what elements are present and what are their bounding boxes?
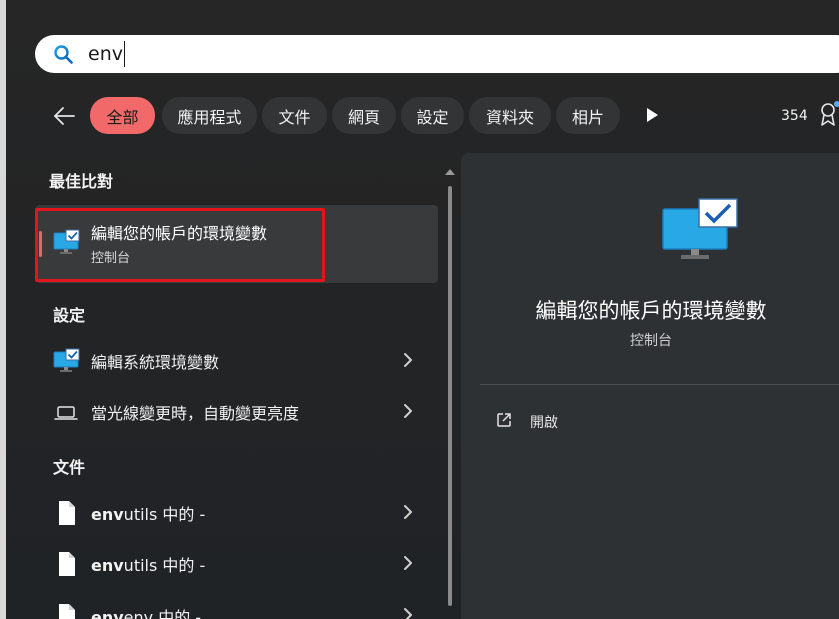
settings-item-auto-brightness[interactable]: 當光線變更時，自動變更亮度	[36, 389, 438, 433]
document-name: envutils 中的 -	[91, 556, 206, 575]
document-item[interactable]: envenv 中的 -	[36, 593, 438, 619]
scrollbar-thumb[interactable]	[448, 186, 452, 606]
tab-documents[interactable]: 文件	[262, 97, 327, 134]
rewards-points: 354	[781, 108, 808, 124]
open-external-icon[interactable]	[496, 412, 512, 428]
tab-folders[interactable]: 資料夾	[469, 97, 551, 134]
document-icon	[59, 604, 75, 619]
tab-photos[interactable]: 相片	[556, 97, 620, 134]
divider	[480, 384, 839, 385]
tab-settings[interactable]: 設定	[401, 97, 464, 134]
preview-title: 編輯您的帳戶的環境變數	[535, 299, 767, 323]
document-name: envenv 中的 -	[91, 608, 202, 619]
tab-apps[interactable]: 應用程式	[162, 97, 257, 134]
tab-all[interactable]: 全部	[90, 97, 155, 134]
document-item[interactable]: envutils 中的 -	[36, 490, 438, 534]
search-icon	[54, 45, 73, 64]
highlight-box	[35, 208, 325, 282]
chevron-right-icon[interactable]	[402, 607, 414, 619]
control-panel-monitor-icon	[662, 198, 738, 259]
search-window: env 全部 應用程式 文件 網頁 設定 資料夾 相片 354 最佳比對 編輯您…	[0, 0, 839, 619]
document-icon	[59, 552, 75, 576]
chevron-right-icon[interactable]	[402, 504, 414, 520]
preview-subtitle: 控制台	[630, 333, 672, 349]
rewards-trophy-icon[interactable]	[818, 101, 839, 127]
document-item[interactable]: envutils 中的 -	[36, 541, 438, 585]
chevron-right-icon[interactable]	[402, 403, 414, 419]
preview-panel: 編輯您的帳戶的環境變數 控制台 開啟	[461, 153, 839, 619]
search-input[interactable]: env	[88, 41, 125, 67]
settings-heading: 設定	[53, 306, 86, 325]
control-panel-monitor-icon	[53, 348, 80, 372]
documents-heading: 文件	[53, 458, 86, 477]
chevron-right-icon[interactable]	[402, 352, 414, 368]
window-edge	[0, 0, 6, 619]
best-match-heading: 最佳比對	[49, 172, 114, 191]
document-icon	[59, 501, 75, 525]
back-arrow-icon[interactable]	[52, 104, 76, 128]
laptop-icon	[54, 406, 78, 420]
document-name: envutils 中的 -	[91, 505, 206, 524]
settings-item-label: 編輯系統環境變數	[91, 353, 220, 372]
settings-item-label: 當光線變更時，自動變更亮度	[91, 404, 300, 423]
scroll-up-arrow-icon[interactable]	[444, 167, 456, 177]
open-action-label[interactable]: 開啟	[530, 412, 558, 432]
search-box[interactable]: env	[35, 35, 839, 73]
chevron-right-icon[interactable]	[402, 555, 414, 571]
more-tabs-arrow-icon[interactable]	[645, 107, 659, 123]
tab-web[interactable]: 網頁	[332, 97, 396, 134]
settings-item-edit-system-env[interactable]: 編輯系統環境變數	[36, 338, 438, 382]
